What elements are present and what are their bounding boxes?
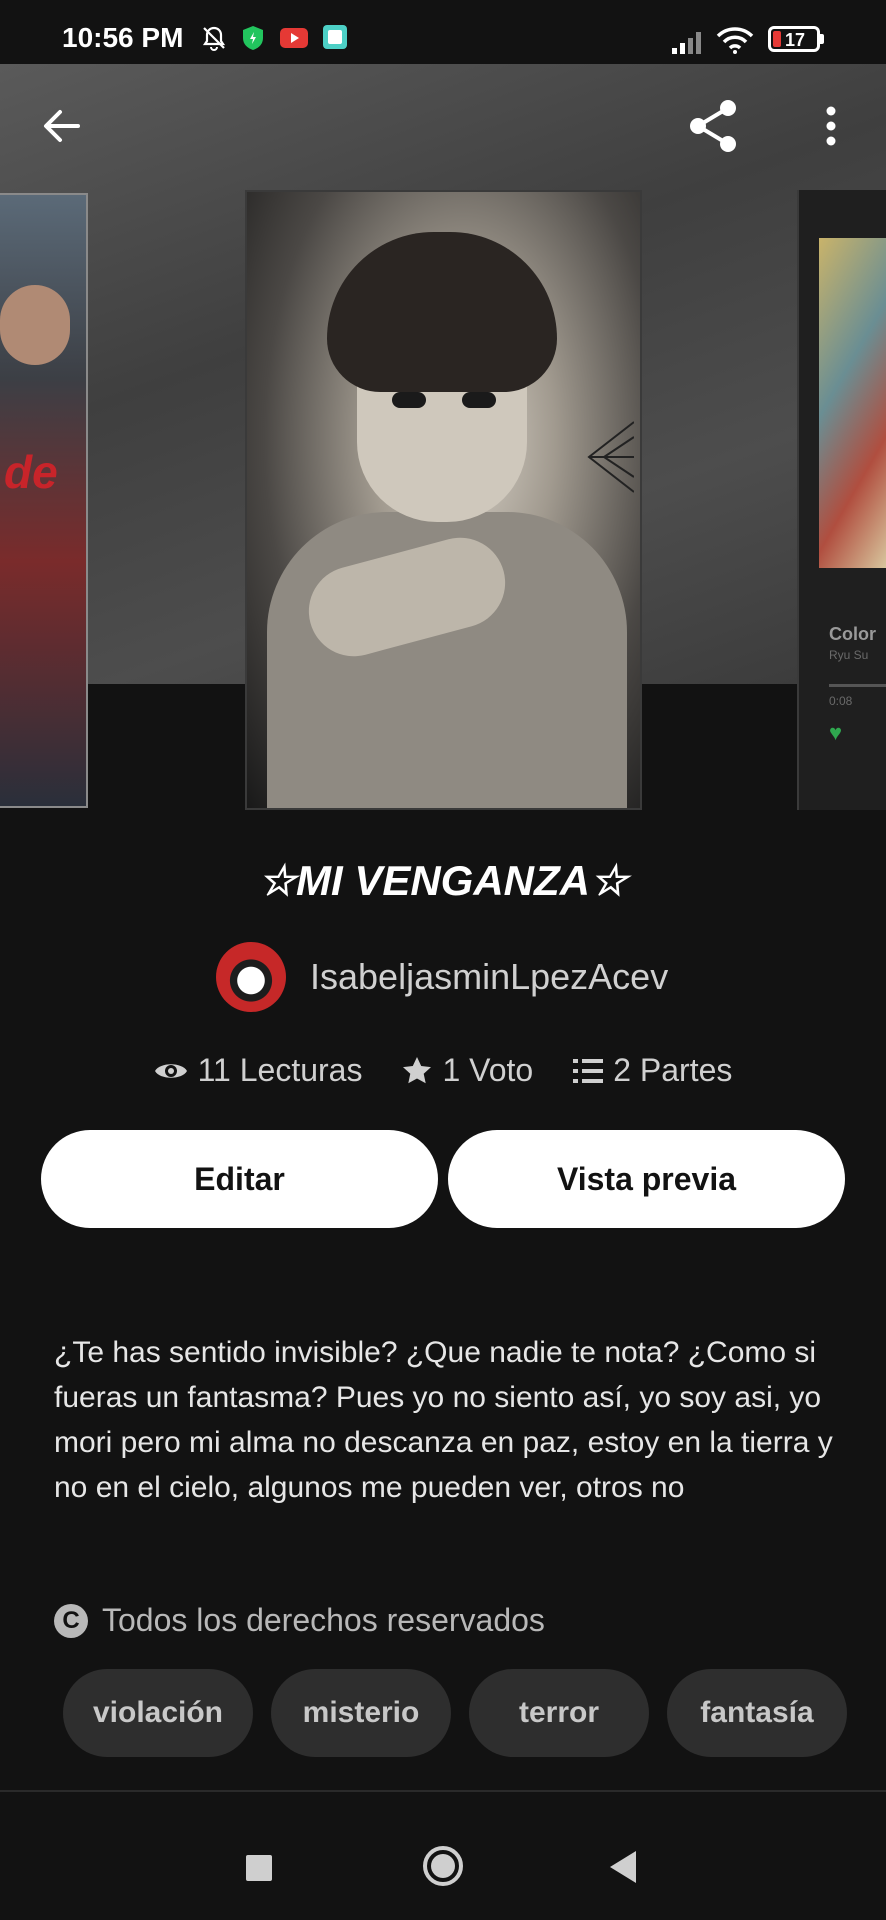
votes-stat: 1 Voto: [402, 1052, 533, 1089]
heart-icon: ♥: [829, 720, 843, 745]
avatar[interactable]: [216, 942, 286, 1012]
author-name[interactable]: IsabeljasminLpezAcev: [310, 956, 668, 998]
tag-list: violación misterio terror fantasía: [63, 1669, 847, 1757]
preview-button[interactable]: Vista previa: [448, 1130, 845, 1228]
parts-count: 2 Partes: [613, 1052, 733, 1088]
status-time: 10:56 PM: [62, 22, 184, 53]
story-title: ☆MI VENGANZA☆: [258, 857, 628, 904]
tag-fantasia[interactable]: fantasía: [667, 1669, 847, 1757]
battery-tip: [820, 34, 824, 44]
status-bar: 10:56 PM 17: [0, 0, 886, 64]
story-description: ¿Te has sentido invisible? ¿Que nadie te…: [54, 1336, 833, 1504]
wifi-icon: [716, 27, 754, 54]
copyright-notice: C Todos los derechos reservados: [54, 1602, 545, 1639]
share-icon[interactable]: [686, 98, 742, 154]
arrow-left-icon[interactable]: [40, 104, 84, 148]
copyright-text: Todos los derechos reservados: [102, 1602, 545, 1638]
next-cover-time: 0:08: [829, 694, 853, 708]
back-icon[interactable]: [610, 1851, 636, 1883]
copyright-icon: C: [54, 1603, 88, 1638]
tag-violacion[interactable]: violación: [63, 1669, 253, 1757]
next-cover-title: Color: [829, 624, 876, 644]
story-stats: 11 Lecturas 1 Voto 2 Partes: [0, 1052, 886, 1089]
parts-stat: 2 Partes: [573, 1052, 732, 1089]
home-icon-dot: [431, 1854, 455, 1878]
cover-previous[interactable]: de: [0, 193, 88, 808]
edit-button[interactable]: Editar: [41, 1130, 438, 1228]
tag-terror[interactable]: terror: [469, 1669, 649, 1757]
spider-web-icon: [587, 421, 634, 493]
cover-next[interactable]: Color Ryu Su 0:08 ♥: [797, 190, 886, 810]
youtube-icon: [280, 28, 308, 48]
tag-misterio[interactable]: misterio: [271, 1669, 451, 1757]
star-icon: [403, 1056, 432, 1083]
more-vert-icon[interactable]: [818, 104, 844, 148]
gallery-icon: [323, 25, 347, 49]
recents-icon[interactable]: [246, 1855, 272, 1881]
next-cover-subtitle: Ryu Su: [829, 648, 869, 662]
list-icon: [573, 1058, 604, 1083]
reads-stat: 11 Lecturas: [154, 1052, 363, 1089]
battery-level: 17: [785, 30, 806, 50]
cover-current[interactable]: [245, 190, 642, 810]
votes-count: 1 Voto: [442, 1052, 534, 1088]
author-link[interactable]: IsabeljasminLpezAcev: [216, 942, 668, 1012]
bell-off-icon: [202, 26, 226, 51]
shield-icon: [243, 26, 263, 50]
battery-icon: 17: [768, 26, 820, 52]
signal-icon: [672, 32, 701, 54]
reads-count: 11 Lecturas: [197, 1052, 363, 1088]
eye-icon: [154, 1063, 187, 1078]
